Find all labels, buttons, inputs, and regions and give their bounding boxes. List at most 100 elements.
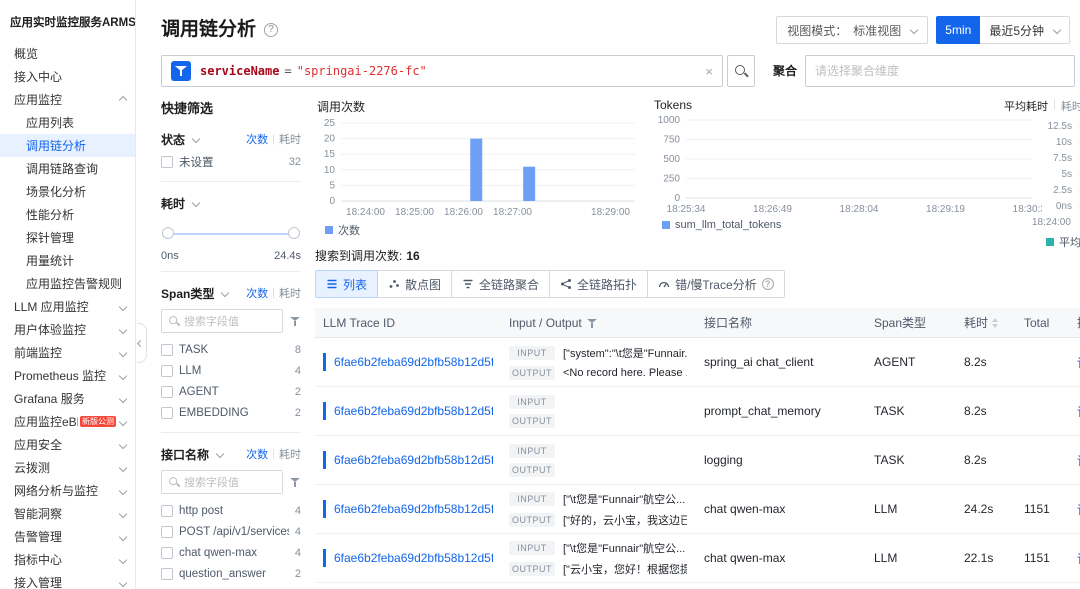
checkbox[interactable] (161, 406, 173, 419)
checkbox[interactable] (161, 385, 173, 398)
legend-item[interactable]: 次数 (325, 222, 360, 238)
slider-handle-max[interactable] (288, 227, 300, 239)
checkbox[interactable] (161, 364, 173, 377)
filter-option[interactable]: BookingController.get...2 (161, 584, 301, 589)
metric-count-link[interactable]: 次数 (246, 285, 268, 301)
sidebar-item[interactable]: 应用监控eBPF版新版公测 (0, 410, 135, 433)
chevron-down-icon[interactable] (191, 198, 201, 208)
legend-item[interactable]: sum_llm_total_tokens (662, 219, 781, 231)
legend-item[interactable]: 平均耗时 (1046, 234, 1080, 250)
view-mode-select[interactable]: 视图模式： 标准视图 (776, 16, 929, 44)
chevron-down-icon[interactable] (215, 449, 225, 459)
sidebar-item[interactable]: 指标中心 (0, 548, 135, 571)
query-scope-icon[interactable] (171, 61, 191, 81)
input-tag: INPUT (509, 345, 555, 360)
filter-option[interactable]: 未设置 32 (161, 151, 301, 172)
sidebar-item[interactable]: 应用监控 (0, 88, 135, 111)
filter-option[interactable]: chat qwen-max 4 (161, 542, 301, 563)
sidebar-item[interactable]: 调用链路查询 (0, 157, 135, 180)
duration-cell: 24.2s (964, 502, 994, 516)
filter-option[interactable]: TASK 8 (161, 339, 301, 360)
checkbox[interactable] (161, 343, 173, 356)
svg-text:1000: 1000 (658, 115, 681, 126)
duration-slider[interactable] (162, 225, 300, 243)
sidebar-item[interactable]: 应用列表 (0, 111, 135, 134)
trace-id-link[interactable]: 6fae6b2feba69d2bfb58b12d5f9c4080 (334, 453, 493, 467)
sidebar-item[interactable]: 智能洞察 (0, 502, 135, 525)
metric-duration-link[interactable]: 耗时 (279, 285, 301, 301)
sidebar-item[interactable]: 场景化分析 (0, 180, 135, 203)
sidebar-item-label: 用户体验监控 (14, 323, 87, 337)
sidebar-item[interactable]: 告警管理 (0, 525, 135, 548)
query-text[interactable]: serviceName = "springai-2276-fc" (200, 64, 696, 78)
duration-percentile-tab[interactable]: 耗时百 (1061, 98, 1080, 114)
tab-list[interactable]: 列表 (315, 270, 379, 298)
sidebar-item[interactable]: 概览 (0, 42, 135, 65)
chevron-down-icon[interactable] (191, 134, 201, 144)
chevron-down-icon[interactable] (221, 288, 230, 298)
span-type-cell: LLM (874, 551, 898, 565)
filter-option[interactable]: question_answer 2 (161, 563, 301, 584)
search-button[interactable] (727, 55, 755, 87)
tab-gauge[interactable]: 错/慢Trace分析? (647, 270, 785, 298)
sidebar-item[interactable]: 网络分析与监控 (0, 479, 135, 502)
aggregate-dimension-input[interactable] (805, 55, 1075, 87)
filter-icon[interactable] (586, 317, 598, 329)
sort-icon[interactable] (992, 317, 999, 328)
checkbox[interactable] (161, 525, 173, 538)
time-quick-button[interactable]: 5min (936, 16, 981, 44)
tab-topology[interactable]: 全链路拓扑 (549, 270, 649, 298)
metric-count-link[interactable]: 次数 (246, 446, 268, 462)
filter-funnel-icon[interactable] (289, 476, 301, 488)
sidebar-item[interactable]: 前端监控 (0, 341, 135, 364)
sidebar-item[interactable]: LLM 应用监控 (0, 295, 135, 318)
trace-id-link[interactable]: 6fae6b2feba69d2bfb58b12d5f9c4080 (334, 355, 493, 369)
sidebar-item[interactable]: 应用安全 (0, 433, 135, 456)
trace-query-input[interactable]: serviceName = "springai-2276-fc" × (161, 55, 723, 87)
sidebar-item[interactable]: 探针管理 (0, 226, 135, 249)
avg-duration-tab[interactable]: 平均耗时 (1004, 98, 1048, 114)
result-count: 搜索到调用次数: 16 (315, 249, 420, 263)
aggregate-label: 聚合 (773, 64, 798, 78)
slider-handle-min[interactable] (162, 227, 174, 239)
metric-count-link[interactable]: 次数 (246, 131, 268, 147)
sidebar-item[interactable]: 接入中心 (0, 65, 135, 88)
filter-option[interactable]: LLM 4 (161, 360, 301, 381)
tab-aggregate[interactable]: 全链路聚合 (451, 270, 551, 298)
filter-option[interactable]: http post 4 (161, 500, 301, 521)
checkbox[interactable] (161, 567, 173, 580)
input-output-cell: INPUT OUTPUT (501, 387, 696, 435)
metric-duration-link[interactable]: 耗时 (279, 131, 301, 147)
help-icon[interactable]: ? (761, 278, 774, 290)
sidebar-item[interactable]: 云拨测 (0, 456, 135, 479)
filter-funnel-icon[interactable] (289, 315, 301, 327)
time-range-control: 5min 最近5分钟 (936, 16, 1070, 44)
filter-option[interactable]: EMBEDDING 2 (161, 402, 301, 423)
checkbox[interactable] (161, 504, 173, 517)
checkbox[interactable] (161, 155, 173, 168)
help-icon[interactable]: ? (264, 23, 279, 37)
checkbox[interactable] (161, 546, 173, 559)
sidebar-item[interactable]: 用量统计 (0, 249, 135, 272)
tab-scatter[interactable]: 散点图 (377, 270, 453, 298)
filter-option[interactable]: POST /api/v1/services... 4 (161, 521, 301, 542)
search-icon (168, 476, 179, 487)
sidebar-item[interactable]: 调用链分析 (0, 134, 135, 157)
filter-search-input[interactable]: 搜索字段值 (161, 470, 283, 494)
clear-icon[interactable]: × (705, 64, 713, 79)
sidebar-item[interactable]: 接入管理 (0, 571, 135, 589)
sidebar-item[interactable]: Grafana 服务 (0, 387, 135, 410)
panel-collapse-button[interactable] (136, 323, 147, 363)
time-range-select[interactable]: 最近5分钟 (980, 16, 1070, 44)
metric-duration-link[interactable]: 耗时 (279, 446, 301, 462)
svg-text:20: 20 (324, 134, 336, 145)
trace-id-link[interactable]: 6fae6b2feba69d2bfb58b12d5f9c4080 (334, 502, 493, 516)
sidebar-item[interactable]: 性能分析 (0, 203, 135, 226)
filter-search-input[interactable]: 搜索字段值 (161, 309, 283, 333)
sidebar-item[interactable]: Prometheus 监控 (0, 364, 135, 387)
trace-id-link[interactable]: 6fae6b2feba69d2bfb58b12d5f9c4080 (334, 404, 493, 418)
sidebar-item[interactable]: 用户体验监控 (0, 318, 135, 341)
trace-id-link[interactable]: 6fae6b2feba69d2bfb58b12d5f9c4080 (334, 551, 493, 565)
sidebar-item[interactable]: 应用监控告警规则 (0, 272, 135, 295)
filter-option[interactable]: AGENT 2 (161, 381, 301, 402)
